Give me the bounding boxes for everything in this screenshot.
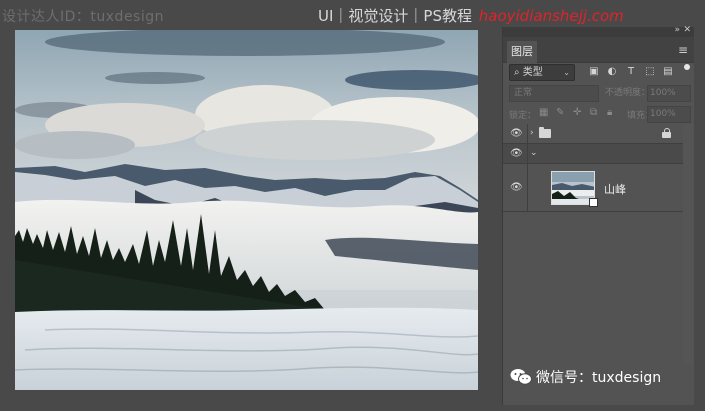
- watermark-prefix: UI｜视觉设计｜PS教程: [318, 7, 472, 25]
- tab-layers[interactable]: 图层: [507, 41, 537, 63]
- filter-kind-label: 类型: [522, 67, 543, 78]
- fill-field[interactable]: 100%: [647, 106, 691, 123]
- wechat-icon: [510, 369, 532, 385]
- blend-mode-select[interactable]: 正常: [509, 85, 599, 102]
- chevron-down-icon[interactable]: ⌄: [530, 148, 538, 158]
- layer-list-scrollbar[interactable]: [683, 124, 693, 364]
- lock-transparent-icon[interactable]: ▦: [539, 107, 548, 118]
- filter-type-icon[interactable]: T: [624, 65, 638, 79]
- layer-list: 👁︎ › 👁︎ ⌄ 👁︎ 山峰: [503, 124, 683, 212]
- opacity-label: 不透明度：: [605, 88, 651, 98]
- layer-filter-row: ⌕ 类型 ⌄ ▣ ◐ T ⬚ ▤: [507, 64, 693, 82]
- lock-position-icon[interactable]: ✛: [573, 107, 581, 118]
- chevron-down-icon: ⌄: [563, 68, 570, 77]
- folder-icon: [539, 127, 551, 138]
- panel-menu-icon[interactable]: ≡: [678, 43, 688, 57]
- watermark-left: 设计达人ID：tuxdesign: [2, 9, 164, 25]
- divider: [527, 124, 528, 143]
- divider: [527, 144, 528, 163]
- panel-tabs: 图层 ≡: [503, 37, 694, 63]
- filter-toggle-icon[interactable]: [684, 64, 690, 70]
- collapse-icon[interactable]: »: [674, 25, 680, 35]
- filter-shape-icon[interactable]: ⬚: [643, 65, 657, 79]
- eye-icon[interactable]: 👁︎: [510, 182, 523, 194]
- lock-label: 锁定：: [509, 111, 537, 121]
- opacity-field[interactable]: 100%: [647, 85, 691, 102]
- wechat-label: 微信号：tuxdesign: [536, 370, 662, 386]
- filter-smart-object-icon[interactable]: ▤: [661, 65, 675, 79]
- mountain-landscape-image: [15, 30, 478, 390]
- document-canvas[interactable]: [15, 30, 478, 390]
- watermark-right: UI｜视觉设计｜PS教程 haoyidianshejj.com: [318, 5, 624, 26]
- watermark-url: haoyidianshejj.com: [478, 7, 624, 25]
- panel-topbar: » ✕: [503, 25, 694, 37]
- filter-adjustment-icon[interactable]: ◐: [605, 65, 619, 79]
- lock-artboard-icon[interactable]: ⧉: [590, 107, 597, 118]
- filter-kind-select[interactable]: ⌕ 类型 ⌄: [509, 64, 575, 81]
- filter-pixel-icon[interactable]: ▣: [587, 65, 601, 79]
- lock-all-icon[interactable]: 🔒︎: [607, 107, 612, 118]
- layer-name[interactable]: 山峰: [604, 181, 626, 197]
- close-icon[interactable]: ✕: [683, 25, 691, 35]
- layer-row-mountain[interactable]: 👁︎ 山峰: [503, 164, 683, 212]
- layers-panel: » ✕ 图层 ≡ ⌕ 类型 ⌄ ▣ ◐ T ⬚ ▤ 正常 不透明度： 100%: [502, 25, 694, 405]
- divider: [527, 164, 528, 211]
- photoshop-workspace: 设计达人ID：tuxdesign UI｜视觉设计｜PS教程 haoyidians…: [0, 0, 705, 411]
- wechat-watermark: 微信号：tuxdesign: [510, 365, 700, 391]
- layer-row-group-1[interactable]: 👁︎ ›: [503, 124, 683, 144]
- eye-icon[interactable]: 👁︎: [510, 128, 523, 140]
- lock-image-icon[interactable]: ✎: [556, 107, 564, 118]
- layer-row-group-2[interactable]: 👁︎ ⌄: [503, 144, 683, 164]
- smart-object-icon: [589, 198, 598, 207]
- lock-icon: [662, 128, 671, 138]
- search-icon: ⌕: [514, 67, 520, 78]
- chevron-right-icon[interactable]: ›: [530, 128, 534, 138]
- lock-row: 锁定： ▦ ✎ ✛ ⧉ 🔒︎ 填充： 100%: [507, 106, 693, 123]
- blend-row: 正常 不透明度： 100%: [507, 85, 693, 103]
- eye-icon[interactable]: 👁︎: [510, 148, 523, 160]
